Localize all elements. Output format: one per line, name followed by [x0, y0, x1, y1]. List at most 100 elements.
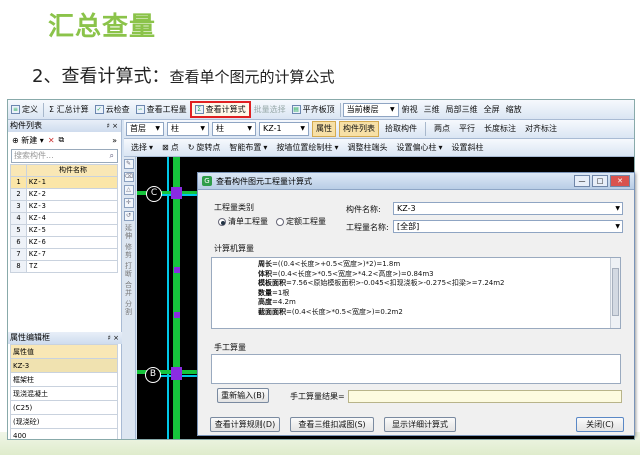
two-points-button[interactable]: 两点 [431, 121, 453, 137]
manual-calc-input[interactable] [211, 354, 621, 384]
member-select[interactable]: KZ-1 ▼ [259, 122, 309, 136]
maximize-icon[interactable]: □ [592, 175, 608, 187]
rotate-point-button[interactable]: ↻ 旋转点 [185, 140, 224, 156]
subcategory-select[interactable]: 柱 ▼ [212, 122, 256, 136]
category-select[interactable]: 柱 ▼ [167, 122, 209, 136]
copy-icon[interactable]: ⧉ [59, 135, 65, 145]
point-button[interactable]: ⊠ 点 [159, 140, 182, 156]
row-number: 3 [10, 200, 27, 213]
move-icon[interactable]: ✛ [123, 198, 134, 208]
draw-by-wall-button[interactable]: 按墙位置绘制柱 ▾ [273, 140, 341, 156]
member-name-cell: TZ [26, 260, 118, 273]
property-value: 现浇混凝土 [10, 386, 118, 401]
new-member-button[interactable]: ⊕ 新建 ▾ [12, 135, 44, 146]
3d-view-button[interactable]: 三维 [421, 102, 443, 118]
view-3d-deduction-button[interactable]: 查看三维扣减图(S) [290, 417, 374, 432]
partial-3d-button[interactable]: 局部三维 [443, 102, 481, 118]
property-value: (现浇砼) [10, 414, 118, 429]
rotate-icon[interactable]: ↺ [123, 211, 134, 221]
more-icon[interactable]: » [112, 136, 121, 145]
show-detail-formula-button[interactable]: 显示详细计算式 [384, 417, 456, 432]
table-row[interactable]: 3 KZ-3 [10, 200, 118, 213]
cloud-check-icon: ✓ [94, 105, 104, 114]
reinput-button[interactable]: 重新输入(B) [217, 388, 269, 403]
merge-tool[interactable]: 合并 [124, 281, 134, 297]
manual-result-field[interactable] [348, 390, 622, 403]
table-row[interactable]: 2 KZ-2 [10, 188, 118, 201]
table-row[interactable]: 1 KZ-1 [10, 176, 118, 189]
view-calc-rules-button[interactable]: 查看计算规则(D) [210, 417, 280, 432]
member-list-header: 构件列表 ♯ × [8, 120, 121, 132]
close-icon[interactable]: ✕ [610, 175, 630, 187]
formula-scrollbar[interactable] [610, 258, 620, 328]
batch-select-button[interactable]: 批量选择 [251, 102, 289, 118]
table-row[interactable]: 7 KZ-7 [10, 248, 118, 261]
property-row[interactable]: 框架柱 [10, 372, 118, 387]
dialog-titlebar: G 查看构件图元工程量计算式 — □ ✕ [198, 173, 634, 190]
property-row[interactable]: 400 [10, 428, 118, 439]
mirror-icon[interactable]: △ [123, 185, 134, 195]
define-icon: ≡ [11, 105, 20, 114]
property-row[interactable]: (C25) [10, 400, 118, 415]
table-row[interactable]: 4 KZ-4 [10, 212, 118, 225]
slant-column-button[interactable]: 设置斜柱 [448, 140, 486, 156]
smart-layout-button[interactable]: 智能布置 ▾ [226, 140, 270, 156]
member-toolbar: 首层 ▼ 柱 ▼ 柱 ▼ KZ-1 ▼ 属性 构件列表 拾取构件 两点 平行 长度标注 … [124, 120, 634, 139]
cloud-check-button[interactable]: ✓ 云检查 [92, 102, 133, 118]
pin-icon[interactable]: ♯ × [108, 332, 122, 344]
pick-member-button[interactable]: 拾取构件 [382, 121, 420, 137]
select-button[interactable]: 选择 ▾ [128, 140, 156, 156]
table-row[interactable]: 5 KZ-5 [10, 224, 118, 237]
formula-value: =((0.4<长度>+0.5<宽度>)*2)=1.8m [272, 260, 401, 268]
axis-label-b: B [145, 367, 161, 383]
qty-name-select[interactable]: [全部] ▼ [393, 220, 623, 233]
parallel-button[interactable]: 平行 [456, 121, 478, 137]
member-list-tools: ⊕ 新建 ▾ ✕ ⧉ » [8, 132, 121, 148]
length-dimension-button[interactable]: 长度标注 [481, 121, 519, 137]
member-name-cell: KZ-7 [26, 248, 118, 261]
trim-tool[interactable]: 修剪 [124, 243, 134, 259]
member-name-cell: KZ-3 [26, 200, 118, 213]
zoom-button[interactable]: 缩放 [503, 102, 525, 118]
top-view-button[interactable]: 俯视 [399, 102, 421, 118]
pen-icon[interactable]: ✎ [123, 159, 134, 169]
break-tool[interactable]: 打断 [124, 262, 134, 278]
minimize-icon[interactable]: — [574, 175, 590, 187]
radio-list-qty[interactable]: 清单工程量 [218, 216, 268, 227]
slide-title: 汇总查量 [48, 12, 157, 42]
view-formula-button[interactable]: Σ 查看计算式 [189, 101, 251, 118]
adjust-column-end-button[interactable]: 调整柱端头 [344, 140, 390, 156]
delete-icon[interactable]: ✕ [48, 136, 55, 145]
formula-key: 周长 [258, 260, 272, 268]
define-button[interactable]: ≡ 定义 [8, 102, 41, 118]
align-slab-top-button[interactable]: ▤ 平齐板顶 [289, 102, 338, 118]
align-dimension-button[interactable]: 对齐标注 [522, 121, 560, 137]
radio-quota-qty[interactable]: 定额工程量 [276, 216, 326, 227]
member-list-button[interactable]: 构件列表 [339, 121, 379, 137]
subtitle-main: 2、查看计算式： [32, 66, 170, 87]
property-row[interactable]: (现浇砼) [10, 414, 118, 429]
floor-select[interactable]: 首层 ▼ [126, 122, 164, 136]
member-name-select[interactable]: KZ-3 ▼ [393, 202, 623, 215]
view-quantity-button[interactable]: ∽ 查看工程量 [133, 102, 190, 118]
table-header-row: 构件名称 [10, 164, 118, 177]
fullscreen-button[interactable]: 全屏 [481, 102, 503, 118]
formula-key: 高度 [258, 298, 272, 306]
search-input[interactable]: 搜索构件... ⌕ [11, 149, 118, 163]
close-button[interactable]: 关闭(C) [576, 417, 624, 432]
floor-combo[interactable]: 当前楼层 ▼ [342, 102, 399, 117]
property-value: (C25) [10, 400, 118, 415]
extend-tool[interactable]: 延伸 [124, 224, 134, 240]
property-row[interactable]: 现浇混凝土 [10, 386, 118, 401]
erase-icon[interactable]: ⌫ [123, 172, 134, 182]
formula-textbox[interactable]: 周长=((0.4<长度>+0.5<宽度>)*2)=1.8m 体积=(0.4<长度>… [211, 257, 621, 329]
property-button[interactable]: 属性 [312, 121, 336, 137]
eccentric-column-button[interactable]: 设置偏心柱 ▾ [393, 140, 445, 156]
pin-icon[interactable]: ♯ × [107, 120, 121, 132]
table-row[interactable]: 6 KZ-6 [10, 236, 118, 249]
split-tool[interactable]: 分割 [124, 300, 134, 316]
summary-calc-button[interactable]: Σ 汇总计算 [46, 102, 92, 118]
table-row[interactable]: 8 TZ [10, 260, 118, 273]
property-row[interactable]: KZ-3 [10, 358, 118, 373]
member-name-cell: KZ-5 [26, 224, 118, 237]
